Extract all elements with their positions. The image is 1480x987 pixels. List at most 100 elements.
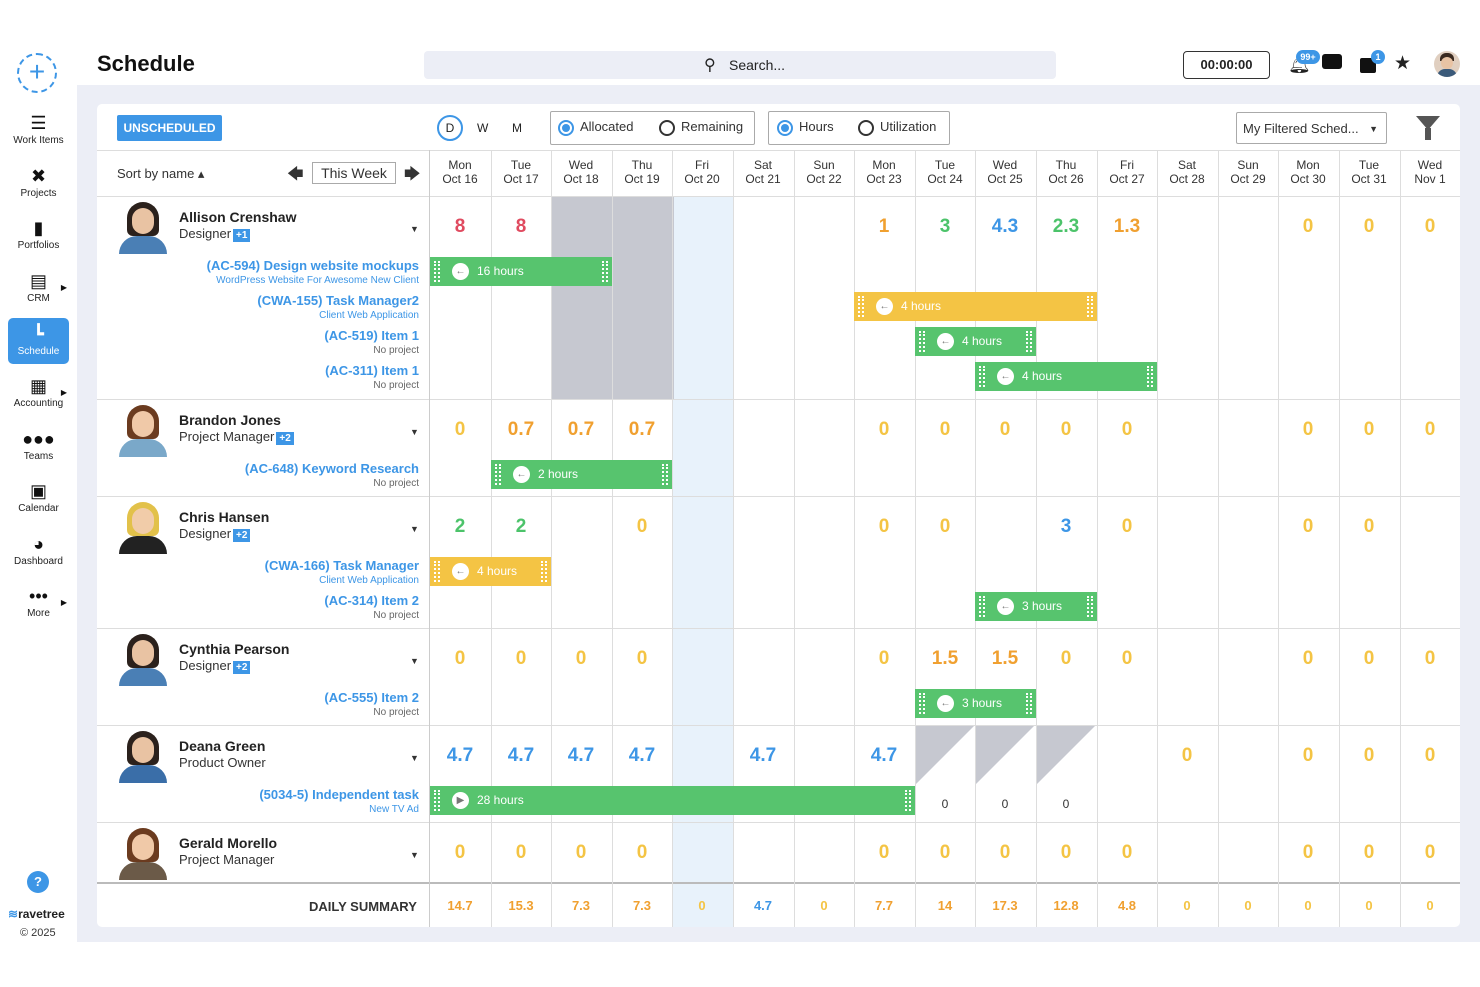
timer-display[interactable]: 00:00:00 [1183,51,1270,79]
hours-radio[interactable]: Hours [777,119,834,136]
day-of-week: Mon [872,158,896,172]
allocation-value: 0 [1181,745,1193,766]
drag-handle-icon[interactable] [1087,296,1093,317]
drag-handle-icon[interactable] [919,331,925,352]
extra-roles-badge[interactable]: +1 [233,229,251,242]
task-link[interactable]: (AC-314) Item 2 [324,593,419,608]
task-link[interactable]: (CWA-166) Task Manager [265,558,419,573]
drag-handle-icon[interactable] [434,261,440,282]
view-week-button[interactable]: W [477,121,488,135]
task-link[interactable]: (AC-648) Keyword Research [245,461,419,476]
nav-work-items[interactable]: ☰ Work Items [8,107,69,153]
task-allocation-bar[interactable]: ← 3 hours [975,592,1097,621]
task-allocation-bar[interactable]: ← 3 hours [915,689,1036,718]
extra-roles-badge[interactable]: +2 [233,661,251,674]
day-of-week: Wed [992,158,1018,172]
nav-label: Schedule [17,346,60,357]
drag-handle-icon[interactable] [1087,596,1093,617]
nav-accounting[interactable]: ▦ Accounting ▶ [8,370,69,416]
utilization-radio[interactable]: Utilization [858,119,936,136]
favorites-star-icon[interactable]: ★ [1394,52,1411,75]
extra-roles-badge[interactable]: +2 [233,529,251,542]
drag-handle-icon[interactable] [905,790,911,811]
allocated-radio[interactable]: Allocated [558,119,633,136]
drag-handle-icon[interactable] [979,366,985,387]
drag-handle-icon[interactable] [858,296,864,317]
gauge-icon: ◕ [33,534,44,554]
daily-summary-value: 0 [1244,898,1252,913]
task-link[interactable]: (AC-594) Design website mockups [207,258,419,273]
arrow-left-icon[interactable]: ← [452,263,469,280]
search-input[interactable]: ⚲ Search... [424,51,1056,79]
nav-more[interactable]: ••• More ▶ [8,580,69,626]
drag-handle-icon[interactable] [919,693,925,714]
expand-row-chevron-icon[interactable]: ▼ [410,524,419,534]
day-header: Mon Oct 30 [1278,158,1338,186]
remaining-radio[interactable]: Remaining [659,119,743,136]
next-week-arrow-icon[interactable]: 🡆 [404,163,421,190]
nav-projects[interactable]: ✖ Projects [8,160,69,206]
task-allocation-bar[interactable]: ← 4 hours [854,292,1097,321]
expand-row-chevron-icon[interactable]: ▼ [410,224,419,234]
daily-summary-value: 14.7 [447,898,473,913]
task-link[interactable]: (AC-311) Item 1 [325,363,419,378]
expand-row-chevron-icon[interactable]: ▼ [410,427,419,437]
drag-handle-icon[interactable] [1026,331,1032,352]
task-link[interactable]: (AC-519) Item 1 [324,328,419,343]
expand-row-chevron-icon[interactable]: ▼ [410,850,419,860]
task-allocation-bar[interactable]: ← 2 hours [491,460,672,489]
task-allocation-bar[interactable]: ← 4 hours [915,327,1036,356]
allocation-value: 0 [1302,419,1314,440]
arrow-left-icon[interactable]: ← [997,598,1014,615]
nav-teams[interactable]: ●●● Teams [8,423,69,469]
expand-row-chevron-icon[interactable]: ▼ [410,753,419,763]
nav-schedule[interactable]: ┗ Schedule [8,318,69,364]
expand-row-chevron-icon[interactable]: ▼ [410,656,419,666]
drag-handle-icon[interactable] [662,464,668,485]
drag-handle-icon[interactable] [495,464,501,485]
task-allocation-bar[interactable]: ← 4 hours [430,557,551,586]
nav-dashboard[interactable]: ◕ Dashboard [8,528,69,574]
day-header: Tue Oct 17 [491,158,551,186]
day-header: Sun Oct 29 [1218,158,1278,186]
arrow-left-icon[interactable]: ← [876,298,893,315]
drag-handle-icon[interactable] [602,261,608,282]
drag-handle-icon[interactable] [541,561,547,582]
drag-handle-icon[interactable] [1026,693,1032,714]
user-avatar[interactable] [1434,51,1460,77]
task-allocation-bar[interactable]: ← 16 hours [430,257,612,286]
drag-handle-icon[interactable] [434,790,440,811]
allocation-value: 4.7 [567,745,595,766]
task-allocation-bar[interactable]: ▶ 28 hours [430,786,915,815]
extra-roles-badge[interactable]: +2 [276,432,294,445]
drag-handle-icon[interactable] [434,561,440,582]
add-new-button[interactable]: + [17,53,57,93]
task-allocation-bar[interactable]: ← 4 hours [975,362,1157,391]
arrow-left-icon[interactable]: ← [452,563,469,580]
allocation-value: 1.5 [931,648,959,669]
arrow-left-icon[interactable]: ← [937,695,954,712]
saved-filter-select[interactable]: My Filtered Sched... ▼ [1236,112,1387,144]
unscheduled-button[interactable]: UNSCHEDULED [117,115,222,141]
nav-portfolios[interactable]: ▮ Portfolios [8,212,69,258]
nav-calendar[interactable]: ▣ Calendar [8,475,69,521]
row-divider [97,196,1460,197]
view-day-button[interactable]: D [437,115,463,141]
task-link[interactable]: (5034-5) Independent task [259,787,419,802]
arrow-left-icon[interactable]: ← [937,333,954,350]
nav-crm[interactable]: ▤ CRM ▶ [8,265,69,311]
play-icon[interactable]: ▶ [452,792,469,809]
arrow-left-icon[interactable]: ← [513,466,530,483]
previous-week-arrow-icon[interactable]: 🡄 [287,163,304,190]
task-link[interactable]: (CWA-155) Task Manager2 [257,293,419,308]
drag-handle-icon[interactable] [979,596,985,617]
this-week-button[interactable]: This Week [312,162,396,184]
arrow-left-icon[interactable]: ← [997,368,1014,385]
drag-handle-icon[interactable] [1147,366,1153,387]
sort-by-name-button[interactable]: Sort by name ▴ [117,166,204,182]
nav-label: Portfolios [17,240,60,251]
view-month-button[interactable]: M [512,121,522,135]
chat-icon[interactable] [1322,54,1342,69]
task-link[interactable]: (AC-555) Item 2 [324,690,419,705]
help-button[interactable]: ? [27,871,49,893]
